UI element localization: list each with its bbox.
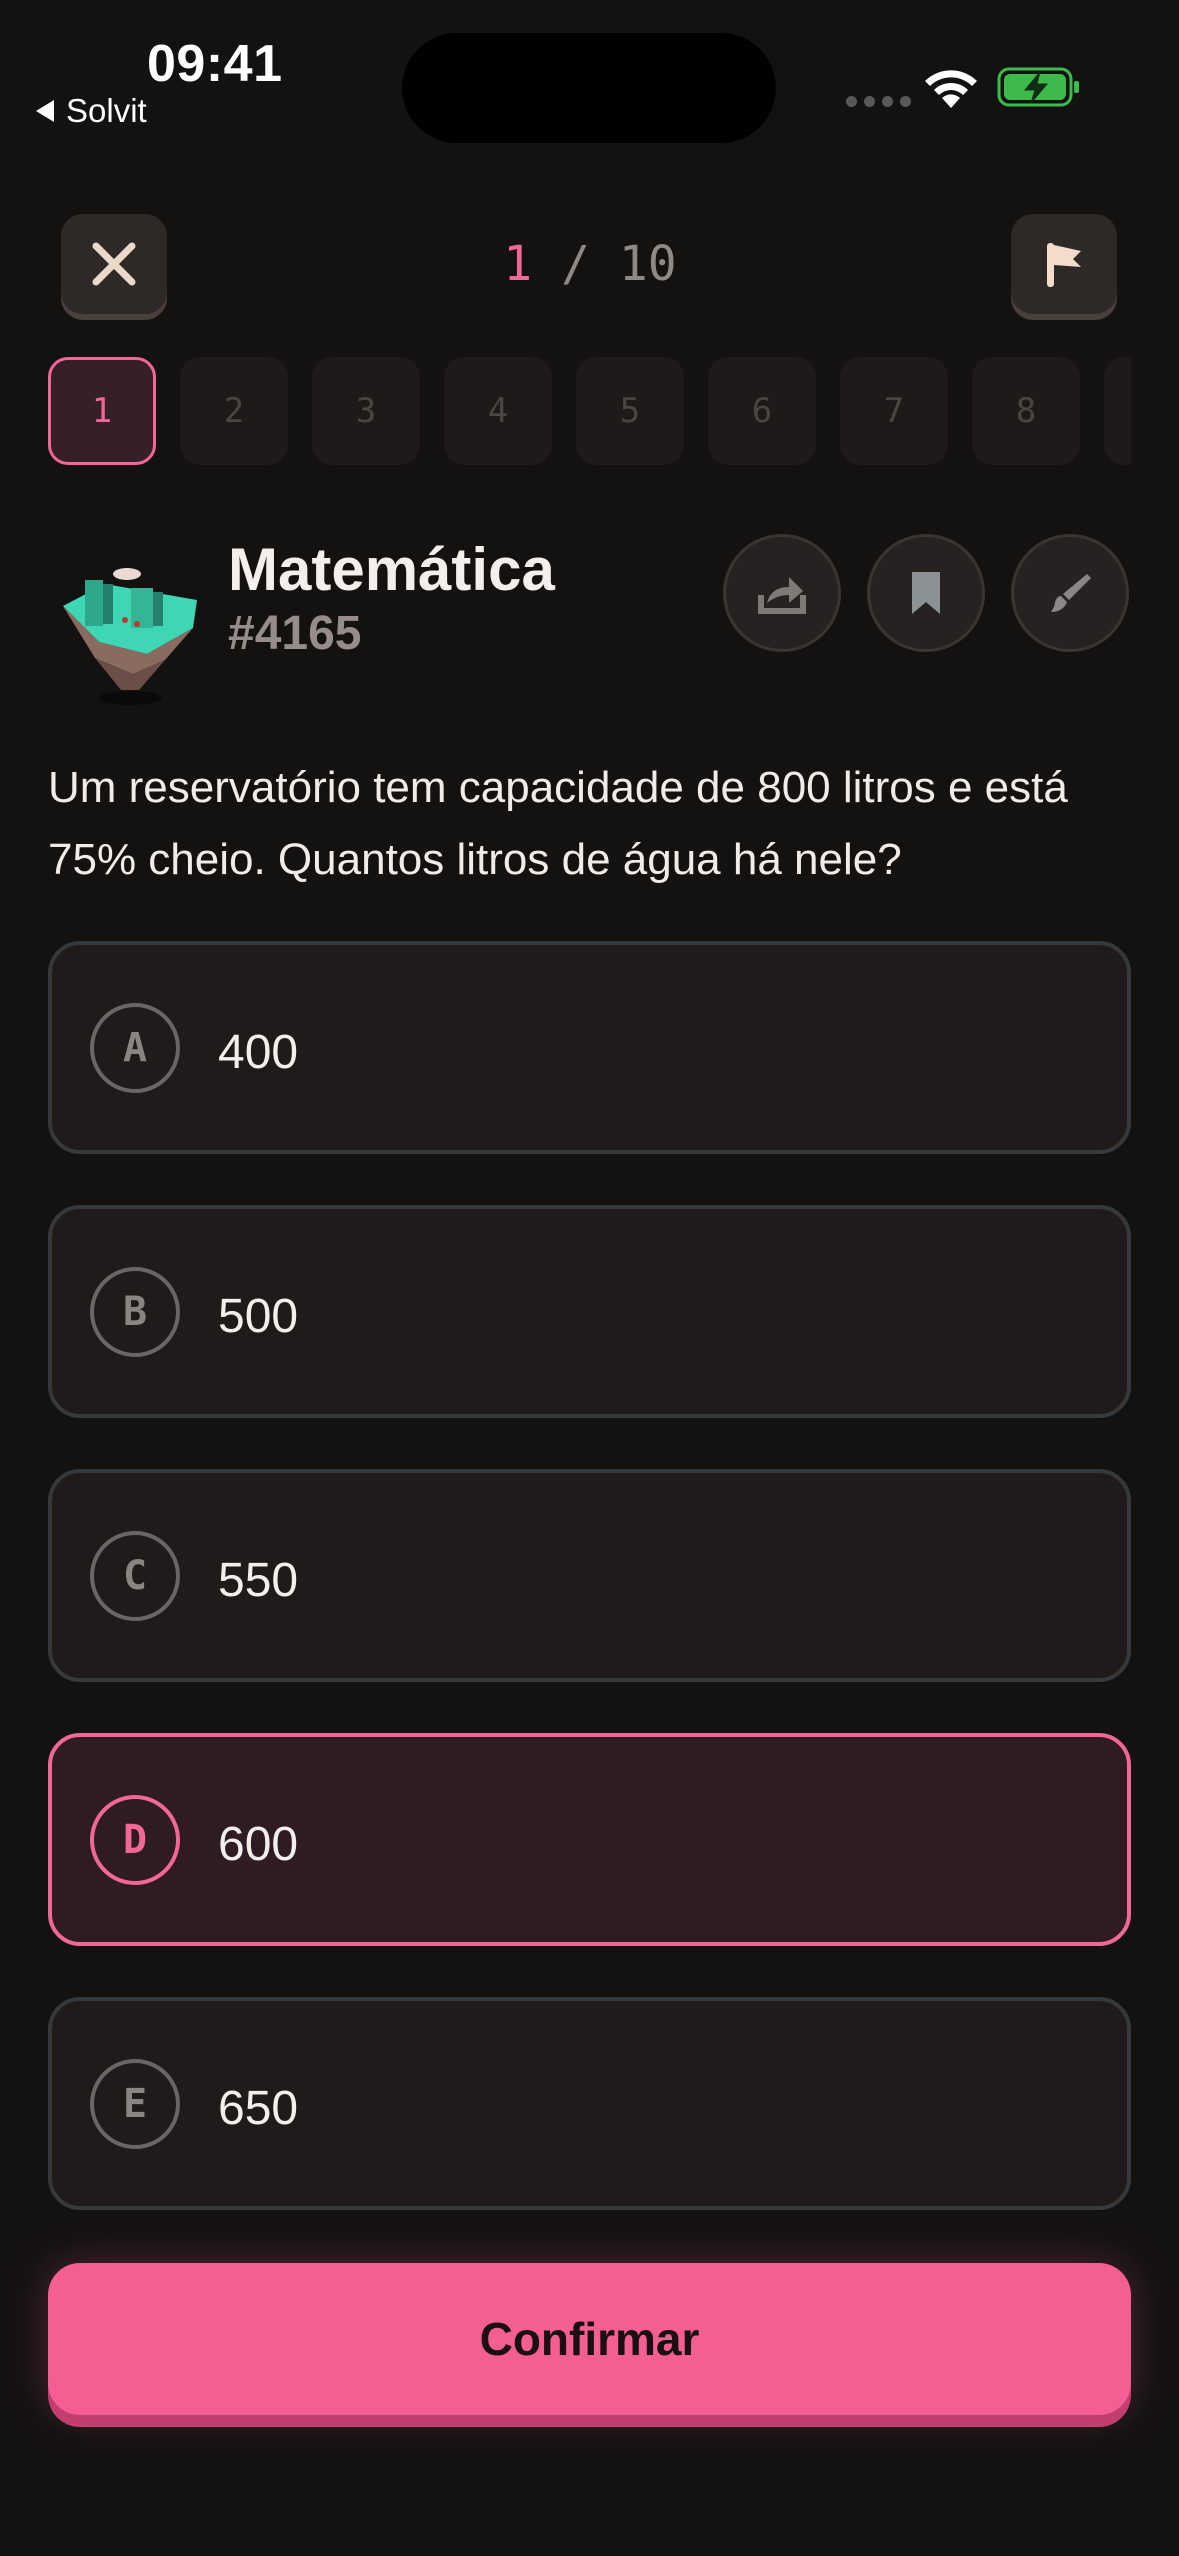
answer-option-c[interactable]: C 550 xyxy=(48,1469,1131,1682)
question-tab[interactable]: 5 xyxy=(576,357,684,465)
report-flag-button[interactable] xyxy=(1011,214,1117,314)
share-icon xyxy=(758,577,806,614)
back-arrow-icon xyxy=(36,100,54,122)
option-text: 550 xyxy=(218,1554,299,1607)
question-tab[interactable]: 6 xyxy=(708,357,816,465)
subject-title: Matemática xyxy=(228,536,555,603)
flag-icon xyxy=(1047,243,1081,287)
option-text: 600 xyxy=(218,1818,299,1871)
question-tab[interactable]: 4 xyxy=(444,357,552,465)
progress-separator: / xyxy=(561,236,590,292)
back-to-app-link[interactable]: Solvit xyxy=(36,92,147,130)
question-tab[interactable]: 3 xyxy=(312,357,420,465)
question-tab[interactable]: 1 xyxy=(48,357,156,465)
brush-icon xyxy=(1051,574,1091,612)
question-progress: 1 / 10 xyxy=(490,236,690,292)
back-app-label: Solvit xyxy=(66,92,147,129)
option-letter: E xyxy=(90,2059,180,2149)
option-text: 400 xyxy=(218,1026,299,1079)
option-letter: B xyxy=(90,1267,180,1357)
question-tab[interactable]: 2 xyxy=(180,357,288,465)
confirm-button[interactable]: Confirmar xyxy=(48,2263,1131,2415)
wifi-icon xyxy=(925,70,977,108)
question-tab[interactable]: 8 xyxy=(972,357,1080,465)
progress-total: 10 xyxy=(618,236,677,292)
draw-button[interactable] xyxy=(1011,534,1129,652)
battery-charging-icon xyxy=(997,67,1079,107)
subject-island-illustration xyxy=(63,568,197,705)
bookmark-icon xyxy=(912,572,940,614)
close-icon xyxy=(92,242,136,286)
option-letter: A xyxy=(90,1003,180,1093)
answer-option-e[interactable]: E 650 xyxy=(48,1997,1131,2210)
option-letter: D xyxy=(90,1795,180,1885)
close-button[interactable] xyxy=(61,214,167,314)
option-text: 500 xyxy=(218,1290,299,1343)
share-button[interactable] xyxy=(723,534,841,652)
question-id: #4165 xyxy=(228,607,362,660)
question-tab[interactable]: 9 xyxy=(1104,357,1131,465)
answer-option-a[interactable]: A 400 xyxy=(48,941,1131,1154)
option-text: 650 xyxy=(218,2082,299,2135)
question-tabs: 1 2 3 4 5 6 7 8 9 xyxy=(48,357,1131,465)
progress-current: 1 xyxy=(503,236,533,292)
question-text: Um reservatório tem capacidade de 800 li… xyxy=(48,763,1068,884)
status-time: 09:41 xyxy=(147,35,283,93)
question-tab[interactable]: 7 xyxy=(840,357,948,465)
cellular-signal-icon xyxy=(846,96,911,107)
answer-option-b[interactable]: B 500 xyxy=(48,1205,1131,1418)
dynamic-island xyxy=(402,33,776,143)
bookmark-button[interactable] xyxy=(867,534,985,652)
answer-option-d[interactable]: D 600 xyxy=(48,1733,1131,1946)
option-letter: C xyxy=(90,1531,180,1621)
